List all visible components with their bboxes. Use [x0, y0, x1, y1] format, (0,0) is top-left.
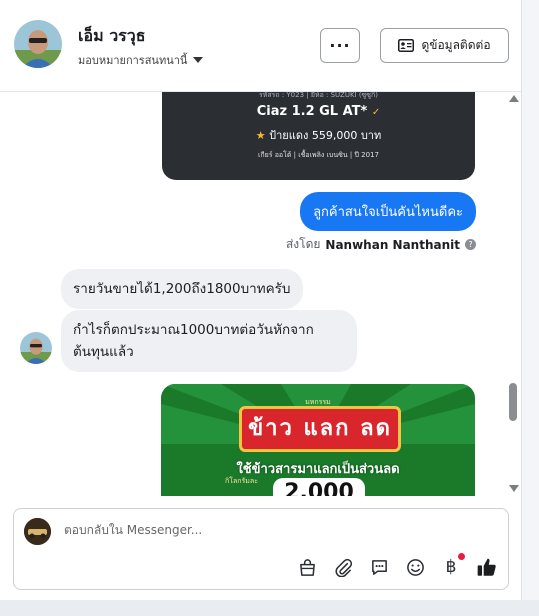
star-icon: ★: [255, 129, 266, 142]
conversation-panel: เอ็ม วรวุธ มอบหมายการสนทนานี้ ··· ดูข้อม…: [0, 0, 522, 600]
message-list: รหัสรถ : Y023 | ยี่ห้อ : SUZUKI (ซูซูกิ)…: [0, 92, 521, 496]
customer-avatar-small: [20, 332, 52, 364]
car-listing-card[interactable]: รหัสรถ : Y023 | ยี่ห้อ : SUZUKI (ซูซูกิ)…: [162, 92, 475, 180]
scrollbar-thumb[interactable]: [509, 383, 517, 421]
caret-down-icon: [193, 57, 204, 63]
car-price: ★ ป้ายแดง 559,000 บาท: [162, 126, 475, 144]
promo-image-message[interactable]: มหกรรม ข้าว แลก ลด ใช้ข้าวสารมาแลกเป็นส่…: [161, 384, 475, 496]
car-code-line: รหัสรถ : Y023 | ยี่ห้อ : SUZUKI (ซูซูกิ): [258, 92, 379, 99]
promo-note: กิโลกรัมละ: [225, 477, 258, 485]
incoming-message[interactable]: กำไรก็ตกประมาณ1000บาทต่อวันหักจากต้นทุนแ…: [61, 310, 357, 372]
thumbs-up-icon[interactable]: [476, 556, 498, 578]
reply-composer: ฿: [13, 508, 509, 590]
scroll-up-arrow-icon[interactable]: [509, 95, 519, 102]
promo-title: ข้าว แลก ลด: [239, 406, 401, 452]
promo-subtitle: ใช้ข้าวสารมาแลกเป็นส่วนลด: [236, 462, 400, 477]
sender-name: Nanwhan Nanthanit: [325, 237, 460, 252]
saved-reply-icon[interactable]: [368, 556, 390, 578]
paperclip-icon[interactable]: [332, 556, 354, 578]
incoming-message[interactable]: รายวันขายได้1,200ถึง1800บาทครับ: [61, 269, 303, 309]
promo-amount: 2,000: [273, 478, 365, 496]
customer-name: เอ็ม วรวุธ: [78, 26, 146, 45]
car-price-text: ป้ายแดง 559,000 บาท: [269, 129, 382, 142]
verified-check-icon: ✓: [371, 107, 381, 118]
right-edge-strip: [522, 0, 539, 600]
page-avatar: [24, 518, 51, 545]
sent-by-line: ส่งโดย Nanwhan Nanthanit ?: [286, 235, 476, 254]
bottom-edge-strip: [0, 600, 539, 616]
car-title-text: Ciaz 1.2 GL AT*: [256, 104, 368, 119]
help-icon[interactable]: ?: [465, 239, 476, 250]
baht-payment-icon[interactable]: ฿: [440, 553, 465, 578]
assign-label: มอบหมายการสนทนานี้: [78, 54, 188, 67]
reply-input[interactable]: [64, 523, 484, 537]
baht-symbol: ฿: [445, 557, 457, 577]
sent-by-prefix: ส่งโดย: [285, 237, 321, 251]
conversation-header: เอ็ม วรวุธ มอบหมายการสนทนานี้ ··· ดูข้อม…: [0, 0, 521, 92]
scroll-down-arrow-icon[interactable]: [509, 485, 519, 492]
emoji-icon[interactable]: [404, 556, 426, 578]
outgoing-message[interactable]: ลูกค้าสนใจเป็นคันไหนดีคะ: [300, 192, 476, 231]
composer-toolbar: ฿: [296, 553, 498, 578]
view-contact-info-button[interactable]: ดูข้อมูลติดต่อ: [380, 28, 509, 63]
customer-avatar[interactable]: [14, 20, 62, 68]
contact-info-label: ดูข้อมูลติดต่อ: [421, 38, 491, 52]
contact-card-icon: [398, 39, 415, 52]
shopping-bag-icon[interactable]: [296, 556, 318, 578]
assign-conversation-dropdown[interactable]: มอบหมายการสนทนานี้: [78, 51, 204, 69]
notification-dot: [458, 553, 465, 560]
car-title: Ciaz 1.2 GL AT* ✓: [162, 104, 475, 119]
car-specs: เกียร์ ออโต้ | เชื้อเพลิง เบนซิน | ปี 20…: [258, 151, 379, 159]
more-options-button[interactable]: ···: [320, 28, 360, 63]
